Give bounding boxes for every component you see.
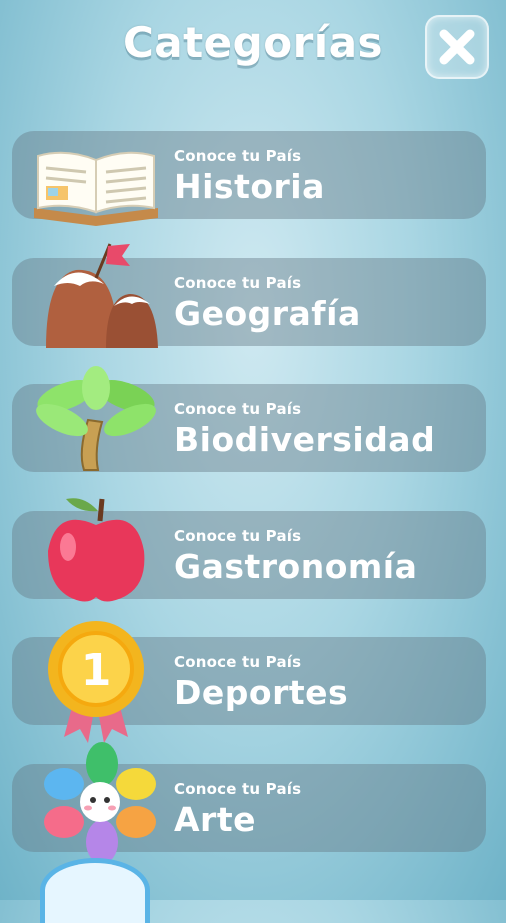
- flower-icon: [44, 742, 156, 864]
- category-card-geografia[interactable]: Conoce tu País Geografía: [12, 243, 486, 348]
- svg-text:1: 1: [81, 645, 112, 696]
- category-subtitle: Conoce tu País: [174, 780, 302, 798]
- category-label: Geografía: [174, 294, 361, 333]
- category-subtitle: Conoce tu País: [174, 653, 302, 671]
- category-label: Deportes: [174, 673, 349, 712]
- category-card-gastronomia[interactable]: Conoce tu País Gastronomía: [12, 498, 486, 602]
- category-card-deportes[interactable]: 1 Conoce tu País Deportes: [12, 621, 486, 743]
- medal-icon: 1: [48, 621, 144, 743]
- category-label: Gastronomía: [174, 547, 418, 586]
- close-button[interactable]: [425, 15, 489, 79]
- category-label: Historia: [174, 167, 325, 206]
- apple-icon: [48, 498, 145, 602]
- next-category-icon-partial: [40, 858, 150, 923]
- category-subtitle: Conoce tu País: [174, 147, 302, 165]
- header: Categorías: [0, 0, 506, 100]
- mountain-flag-icon: [46, 243, 158, 348]
- close-icon: [439, 29, 475, 65]
- palm-tree-icon: [36, 366, 156, 471]
- category-subtitle: Conoce tu País: [174, 274, 302, 292]
- category-card-historia[interactable]: Conoce tu País Historia: [12, 131, 486, 226]
- category-subtitle: Conoce tu País: [174, 400, 302, 418]
- category-label: Biodiversidad: [174, 420, 436, 459]
- category-label: Arte: [174, 800, 256, 839]
- category-card-biodiversidad[interactable]: Conoce tu País Biodiversidad: [12, 366, 486, 472]
- category-subtitle: Conoce tu País: [174, 527, 302, 545]
- category-card-arte[interactable]: Conoce tu País Arte: [12, 742, 486, 864]
